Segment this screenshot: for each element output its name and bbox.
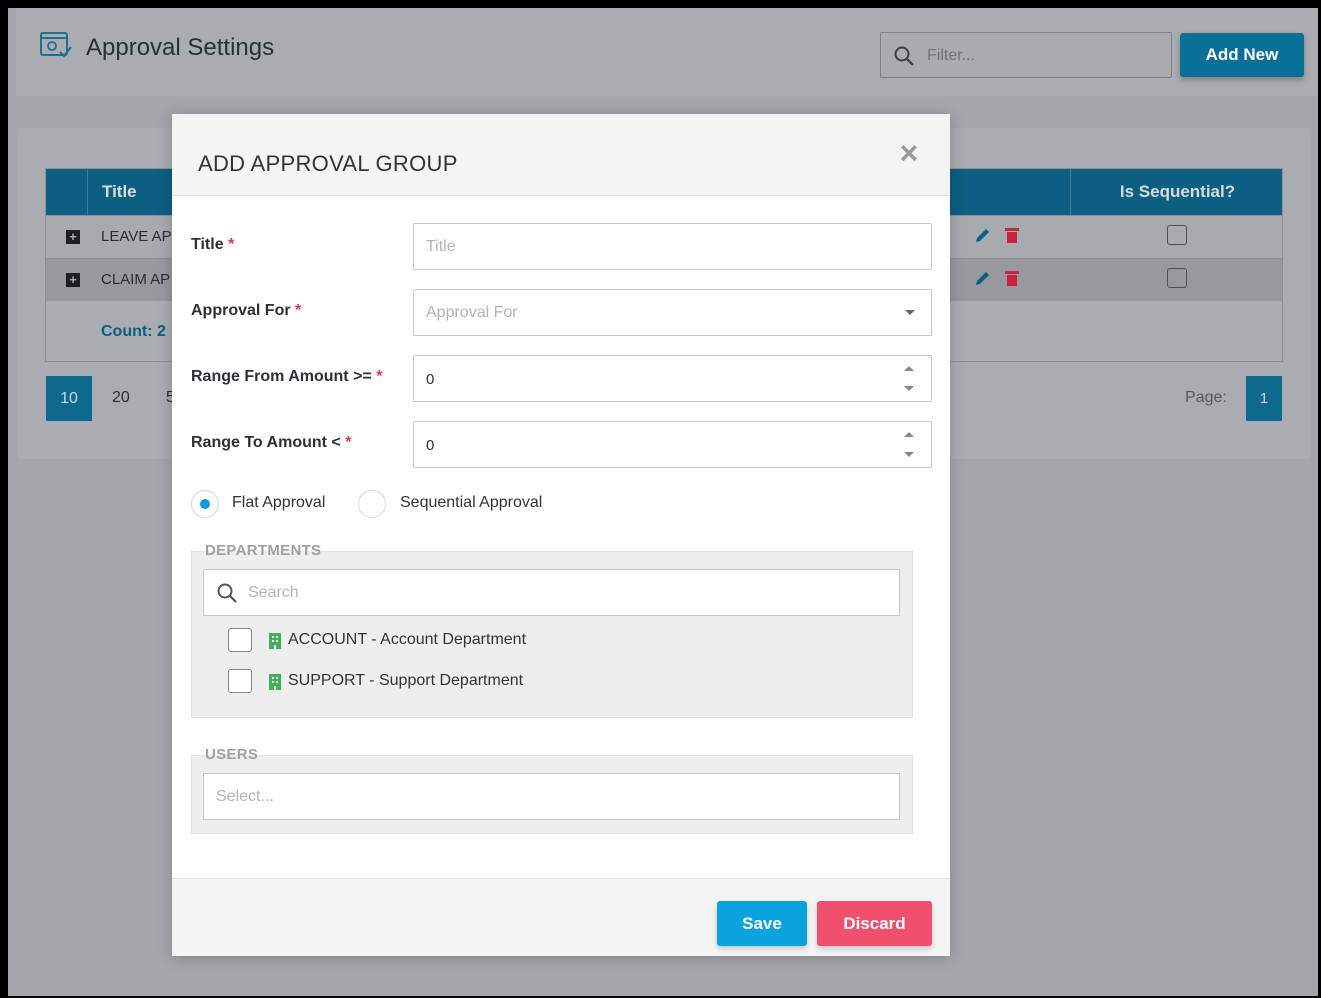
page-label: Page: [1185, 389, 1227, 406]
add-new-button[interactable]: Add New [1180, 33, 1304, 77]
department-checkbox[interactable] [228, 669, 252, 693]
save-button[interactable]: Save [717, 901, 807, 946]
dialog-title: ADD APPROVAL GROUP [198, 151, 458, 176]
range-from-input[interactable]: 0 [413, 355, 932, 402]
building-icon [269, 674, 281, 690]
users-fieldset: USERS Select... [191, 746, 913, 834]
required-marker: * [345, 434, 352, 451]
search-icon [217, 583, 237, 603]
range-to-input[interactable]: 0 [413, 421, 932, 468]
department-label: SUPPORT - Support Department [288, 672, 524, 689]
department-checkbox[interactable] [228, 628, 252, 652]
is-sequential-checkbox[interactable] [1167, 225, 1187, 245]
title-input[interactable]: Title [413, 223, 932, 270]
department-search-input[interactable]: Search [203, 569, 900, 616]
page-size-20[interactable]: 20 [112, 389, 130, 407]
range-from-label: Range From Amount >= * [191, 368, 383, 385]
required-marker: * [376, 368, 383, 385]
app-frame: Approval Settings Filter... Add New Titl… [8, 8, 1318, 996]
range-to-value: 0 [426, 437, 435, 454]
expand-plus-icon[interactable]: + [66, 273, 80, 287]
title-field-label: Title * [191, 236, 235, 253]
approval-for-placeholder: Approval For [426, 304, 518, 321]
pencil-icon[interactable] [974, 226, 992, 244]
spin-up-icon[interactable] [904, 432, 914, 437]
range-from-value: 0 [426, 371, 435, 388]
expand-column-header [46, 169, 88, 215]
page-size-10[interactable]: 10 [46, 376, 92, 421]
pencil-icon[interactable] [974, 269, 992, 287]
trash-icon[interactable] [1004, 269, 1020, 287]
search-icon [894, 46, 914, 66]
department-label: ACCOUNT - Account Department [288, 631, 527, 648]
filter-input[interactable]: Filter... [880, 32, 1172, 78]
required-marker: * [295, 302, 302, 319]
flat-approval-label[interactable]: Flat Approval [232, 494, 325, 512]
dialog-header: ADD APPROVAL GROUP × [172, 114, 950, 196]
grid-count: Count: 2 [101, 323, 166, 340]
range-to-label: Range To Amount < * [191, 434, 352, 451]
spin-up-icon[interactable] [904, 366, 914, 371]
users-select-placeholder: Select... [216, 788, 274, 805]
chevron-down-icon[interactable] [905, 310, 915, 315]
page-title: Approval Settings [86, 34, 275, 61]
sequential-approval-label[interactable]: Sequential Approval [400, 494, 542, 512]
spin-down-icon[interactable] [904, 386, 914, 391]
close-icon[interactable]: × [896, 137, 922, 169]
row-title: LEAVE AP [101, 228, 172, 245]
column-header-is-sequential[interactable]: Is Sequential? [1070, 169, 1284, 215]
required-marker: * [228, 236, 235, 253]
column-header-title[interactable]: Title [102, 182, 137, 202]
row-title: CLAIM AP [101, 271, 171, 288]
discard-button[interactable]: Discard [817, 901, 932, 946]
dialog-footer: Save Discard [172, 878, 950, 956]
flat-approval-radio[interactable] [191, 490, 219, 518]
departments-fieldset: DEPARTMENTS Search ACCOUNT - Account Dep… [191, 542, 913, 718]
title-input-placeholder: Title [426, 238, 456, 255]
sequential-approval-radio[interactable] [358, 490, 386, 518]
spin-down-icon[interactable] [904, 452, 914, 457]
department-search-placeholder: Search [248, 584, 299, 601]
page-number-1[interactable]: 1 [1246, 376, 1282, 421]
approval-for-select[interactable]: Approval For [413, 289, 932, 336]
trash-icon[interactable] [1004, 226, 1020, 244]
expand-plus-icon[interactable]: + [66, 230, 80, 244]
page-header: Approval Settings Filter... Add New [16, 8, 1318, 96]
users-legend: USERS [204, 746, 260, 763]
approval-for-label: Approval For * [191, 302, 302, 319]
users-select[interactable]: Select... [203, 773, 900, 820]
building-icon [269, 633, 281, 649]
settings-window-icon [40, 32, 72, 58]
is-sequential-checkbox[interactable] [1167, 268, 1187, 288]
filter-placeholder: Filter... [927, 47, 976, 64]
add-approval-group-dialog: ADD APPROVAL GROUP × Title * Title Appro… [172, 114, 950, 956]
departments-legend: DEPARTMENTS [204, 542, 323, 559]
